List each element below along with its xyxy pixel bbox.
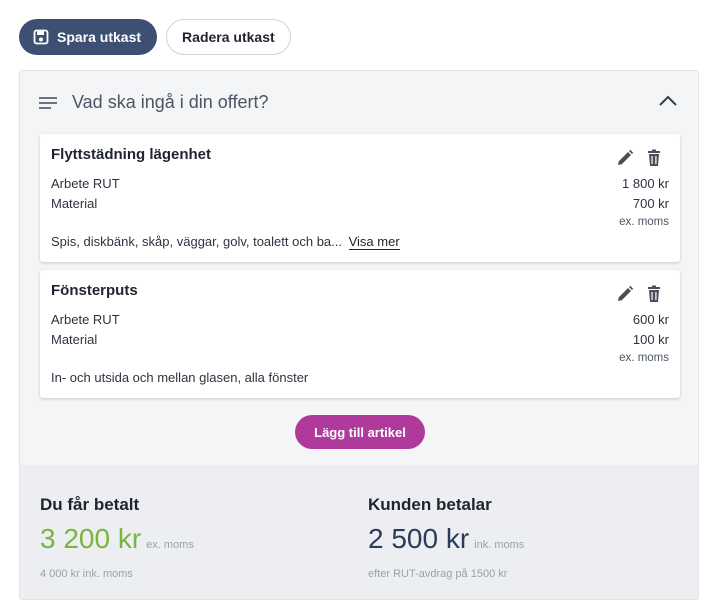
payout-note: 4 000 kr ink. moms [40,568,133,580]
row-value: 600 kr [632,312,669,327]
trash-icon[interactable] [644,284,664,304]
vat-note: ex. moms [619,352,669,364]
payout-summary: Du får betalt 3 200 kr ex. moms 4 000 kr… [40,495,194,580]
vat-note: ex. moms [619,216,669,228]
chevron-up-icon[interactable] [658,93,678,107]
row-label: Arbete RUT [51,176,120,191]
row-label: Arbete RUT [51,312,120,327]
customer-unit: ink. moms [474,539,525,551]
payout-heading: Du får betalt [40,495,140,514]
save-draft-label: Spara utkast [57,29,142,45]
panel-title: Vad ska ingå i din offert? [72,92,269,112]
item-description: In- och utsida och mellan glasen, alla f… [51,370,309,385]
save-draft-button[interactable]: Spara utkast [19,19,158,55]
add-item-button[interactable]: Lägg till artikel [295,415,425,449]
customer-note: efter RUT-avdrag på 1500 kr [368,568,508,580]
toolbar: Spara utkast Radera utkast [19,19,291,55]
show-more-link[interactable]: Visa mer [348,234,400,250]
offer-item-card: Fönsterputs Arbete RUT 600 kr Material 1… [40,270,680,398]
row-value: 700 kr [632,196,669,211]
customer-summary: Kunden betalar 2 500 kr ink. moms efter … [368,495,524,580]
payout-unit: ex. moms [146,539,194,551]
item-actions [615,148,664,168]
row-value: 100 kr [632,332,669,347]
customer-amount: 2 500 kr [368,523,470,554]
customer-amount-row: 2 500 kr ink. moms [368,523,524,555]
row-label: Material [51,196,98,211]
offer-item-card: Flyttstädning lägenhet Arbete RUT 1 800 … [40,134,680,262]
customer-heading: Kunden betalar [368,495,492,514]
panel-header: Vad ska ingå i din offert? [20,71,698,135]
row-label: Material [51,332,98,347]
item-description: Spis, diskbänk, skåp, väggar, golv, toal… [51,234,400,250]
delete-draft-button[interactable]: Radera utkast [166,19,291,55]
pencil-icon[interactable] [615,148,635,168]
item-description-text: Spis, diskbänk, skåp, väggar, golv, toal… [51,234,342,249]
pencil-icon[interactable] [615,284,635,304]
summary-section: Du får betalt 3 200 kr ex. moms 4 000 kr… [20,465,698,599]
row-value: 1 800 kr [622,176,669,191]
offer-panel: Vad ska ingå i din offert? Flyttstädning… [19,70,699,600]
item-title: Fönsterputs [51,282,138,299]
floppy-disk-icon [33,29,49,45]
item-title: Flyttstädning lägenhet [51,146,212,163]
item-actions [615,284,664,304]
trash-icon[interactable] [644,148,664,168]
payout-amount-row: 3 200 kr ex. moms [40,523,194,555]
payout-amount: 3 200 kr [40,523,142,554]
lines-icon [39,97,57,109]
